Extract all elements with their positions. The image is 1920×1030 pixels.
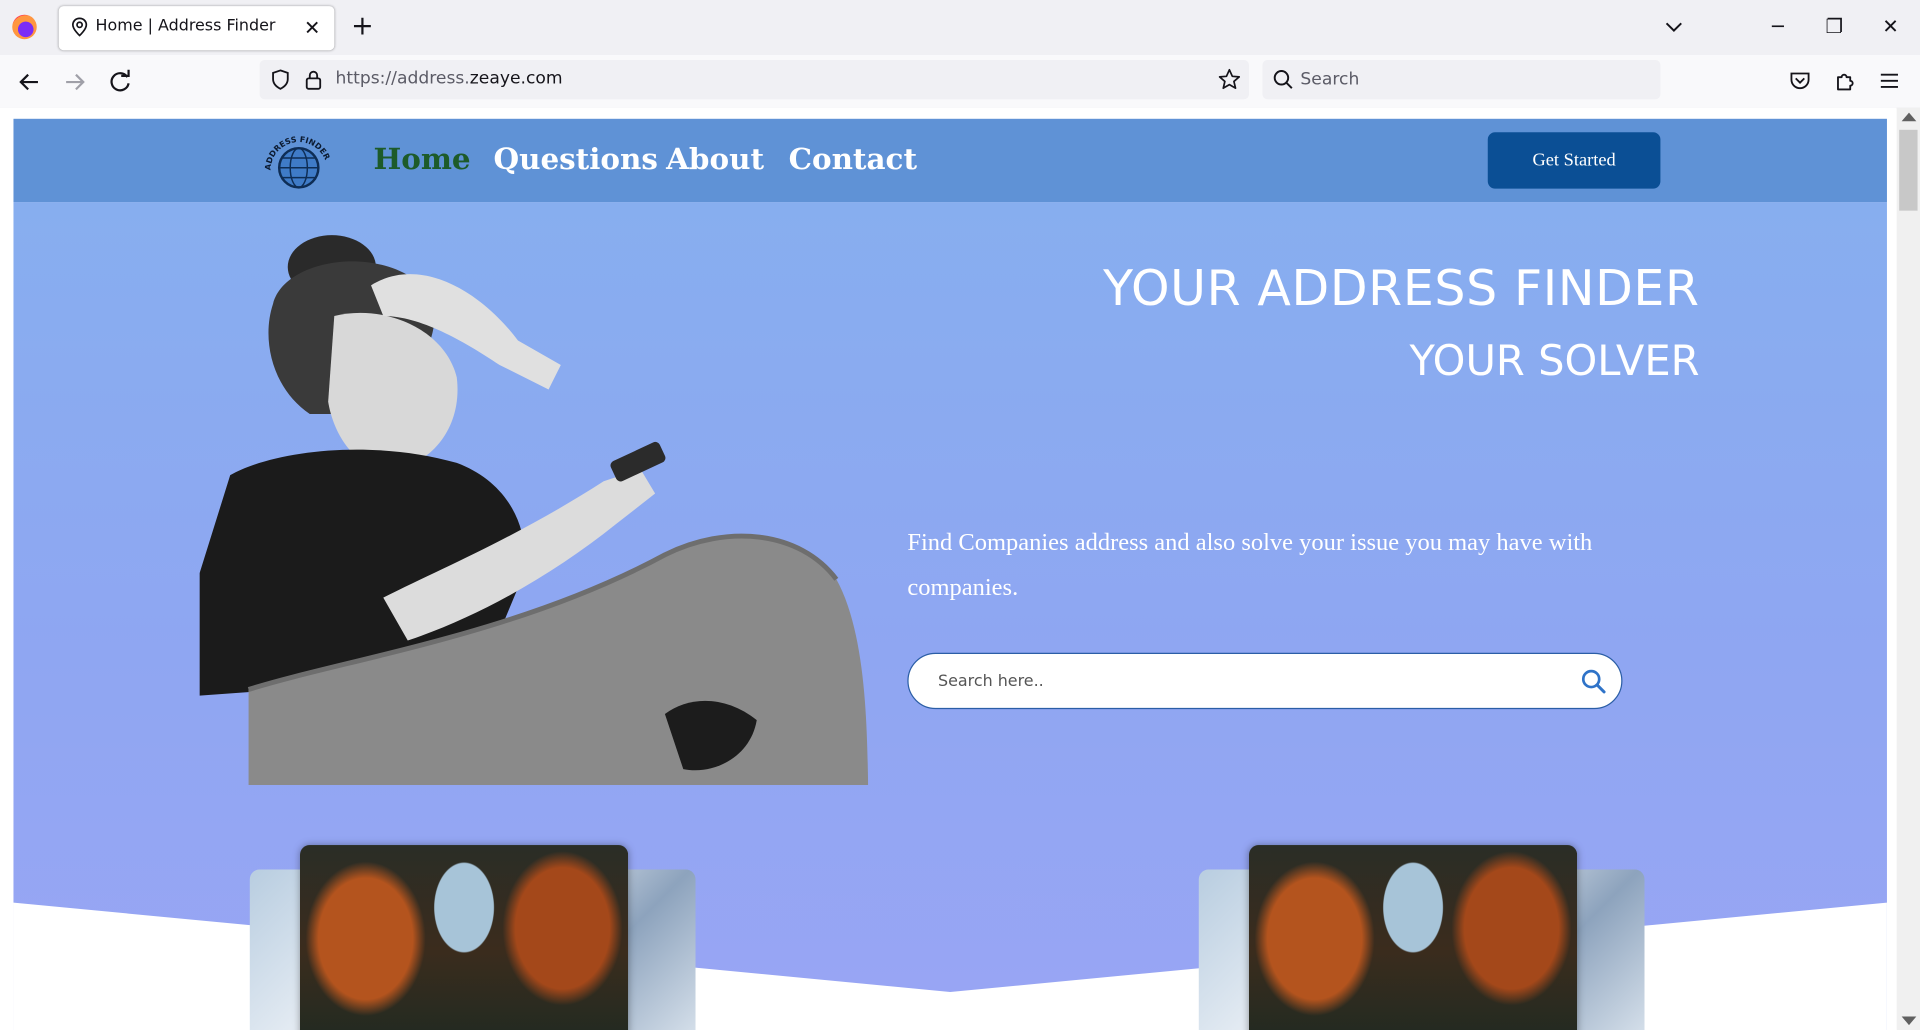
- tab-home[interactable]: Home | Address Finder ✕: [58, 6, 335, 51]
- autumn-forest-image: [300, 845, 629, 1030]
- pocket-icon[interactable]: [1787, 67, 1814, 94]
- featured-image-card-left[interactable]: [249, 845, 698, 1030]
- close-window-button[interactable]: ✕: [1872, 12, 1909, 41]
- browser-search-bar[interactable]: Search: [1262, 60, 1661, 100]
- nav-contact[interactable]: Contact: [789, 141, 917, 177]
- bookmark-star-icon[interactable]: [1217, 67, 1241, 91]
- search-placeholder: Search: [1300, 69, 1360, 90]
- navigation-toolbar: https://address.zeaye.com Search: [0, 55, 1920, 109]
- autumn-forest-image: [1248, 845, 1578, 1030]
- url-text[interactable]: https://address.zeaye.com: [336, 69, 563, 89]
- hero-subtitle: YOUR SOLVER: [1409, 336, 1700, 386]
- site-search-bar: [907, 652, 1623, 710]
- hero-title: YOUR ADDRESS FINDER: [1103, 260, 1700, 318]
- chevron-down-icon[interactable]: [1660, 15, 1687, 39]
- scroll-down-arrow-icon[interactable]: [1901, 1016, 1917, 1026]
- nav-about[interactable]: About: [666, 141, 764, 177]
- featured-image-card-right[interactable]: [1198, 845, 1647, 1030]
- woman-with-phone-image: [199, 235, 869, 786]
- vertical-scrollbar[interactable]: [1896, 107, 1920, 1030]
- new-tab-button[interactable]: +: [348, 12, 377, 41]
- reload-icon[interactable]: [104, 66, 136, 98]
- nav-questions[interactable]: Questions: [493, 141, 657, 177]
- address-finder-logo[interactable]: ADDRESS FINDER: [263, 133, 334, 192]
- hero-description: Find Companies address and also solve yo…: [907, 529, 1593, 602]
- site-header: ADDRESS FINDER Home Questions About Cont…: [13, 118, 1887, 203]
- tab-title: Home | Address Finder: [95, 17, 276, 36]
- minimize-button[interactable]: ─: [1760, 12, 1797, 41]
- site-search-input[interactable]: [937, 653, 1551, 708]
- restore-button[interactable]: ❐: [1816, 12, 1853, 41]
- hero-section: YOUR ADDRESS FINDER YOUR SOLVER Find Com…: [13, 202, 1887, 1030]
- extensions-icon[interactable]: [1832, 67, 1859, 94]
- search-icon[interactable]: [1580, 667, 1607, 694]
- search-icon: [1273, 70, 1293, 89]
- lock-icon[interactable]: [304, 69, 324, 91]
- close-tab-icon[interactable]: ✕: [300, 16, 324, 40]
- address-bar[interactable]: https://address.zeaye.com: [259, 60, 1249, 100]
- location-pin-icon: [72, 17, 88, 37]
- menu-icon[interactable]: [1876, 67, 1903, 94]
- firefox-menu-icon[interactable]: [12, 14, 37, 40]
- tab-strip: Home | Address Finder ✕ + ─ ❐ ✕: [0, 0, 1920, 56]
- get-started-button[interactable]: Get Started: [1487, 132, 1661, 189]
- scrollbar-thumb[interactable]: [1899, 129, 1918, 211]
- nav-home[interactable]: Home: [373, 141, 470, 177]
- page-viewport: YOUR ADDRESS FINDER YOUR SOLVER Find Com…: [0, 107, 1897, 1030]
- shield-icon[interactable]: [269, 69, 291, 91]
- back-arrow-icon[interactable]: [13, 66, 45, 98]
- scroll-up-arrow-icon[interactable]: [1901, 112, 1917, 122]
- forward-arrow-icon[interactable]: [59, 66, 91, 98]
